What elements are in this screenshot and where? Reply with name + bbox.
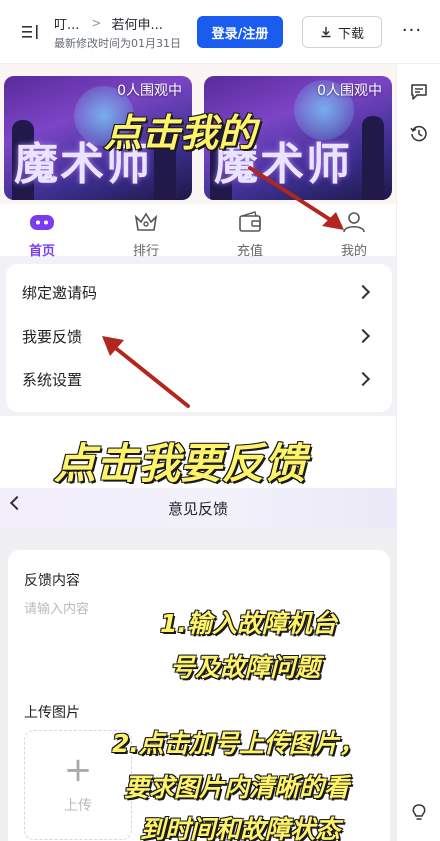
download-label: 下载 [337,26,364,42]
menu-item-label: 我要反馈 [22,327,83,346]
chevron-right-icon [355,371,371,387]
red-arrow-icon [102,336,190,408]
chevron-right-icon [355,284,371,300]
feedback-header: 意见反馈 [0,488,396,528]
viewer-count: 0人围观中 [317,83,382,99]
home-icon [30,215,54,230]
tab-label: 首页 [28,244,55,259]
menu-item-label: 绑定邀请码 [22,283,98,302]
chevron-right-icon: > [91,16,102,30]
last-modified-text: 最新修改时间为01月31日 [54,37,181,50]
upload-label: 上传 [64,798,92,814]
breadcrumb: 叮... > 若何申... 最新修改时间为01月31日 [54,14,194,51]
tab-home[interactable]: 首页 [12,210,72,259]
download-icon [321,27,331,38]
history-icon[interactable] [409,124,429,144]
menu-item-system-settings[interactable]: 系统设置 [22,359,372,399]
more-options-button[interactable]: ··· [400,20,424,44]
settings-menu: 绑定邀请码 我要反馈 系统设置 [6,264,392,412]
download-button[interactable]: 下载 [302,16,382,48]
tab-ranking[interactable]: 排行 [116,210,176,259]
feedback-content-input[interactable]: 请输入内容 [24,598,89,617]
login-register-button[interactable]: 登录/注册 [197,16,283,48]
menu-item-label: 系统设置 [22,370,83,389]
caption-step2-line1: 2.点击加号上传图片， [111,728,364,759]
caption-click-mine: 点击我的 [103,110,257,156]
document-image: 0人围观中 魔术师 0人围观中 魔术师 首页 排行 充值 我的 绑定邀请码 我要… [0,64,396,841]
lightbulb-icon[interactable] [409,802,429,822]
feedback-content-label: 反馈内容 [24,573,80,589]
outline-toggle-icon[interactable] [22,24,40,40]
chevron-right-icon [355,328,371,344]
caption-click-feedback: 点击我要反馈 [53,438,307,489]
tab-label: 充值 [236,244,263,259]
breadcrumb-root[interactable]: 叮... [54,14,79,33]
crown-icon [134,212,158,231]
red-arrow-icon [248,166,344,230]
caption-step1-line1: 1.输入故障机台 [159,608,337,639]
upload-image-label: 上传图片 [24,705,80,721]
menu-item-bind-invite-code[interactable]: 绑定邀请码 [22,272,372,312]
caption-step1-line2: 号及故障问题 [169,652,321,683]
right-toolbar [396,64,440,841]
breadcrumb-current[interactable]: 若何申... [111,14,162,33]
tab-label: 我的 [340,244,367,259]
viewer-count: 0人围观中 [117,83,182,99]
menu-item-feedback[interactable]: 我要反馈 [22,316,372,356]
caption-step2-line2: 要求图片内清晰的看 [123,772,350,803]
comment-icon[interactable] [409,82,429,102]
tab-label: 排行 [132,244,159,259]
top-bar: 叮... > 若何申... 最新修改时间为01月31日 登录/注册 下载 ··· [0,0,440,64]
page-title: 意见反馈 [167,500,228,518]
caption-step2-line3: 到时间和故障状态 [139,814,341,841]
